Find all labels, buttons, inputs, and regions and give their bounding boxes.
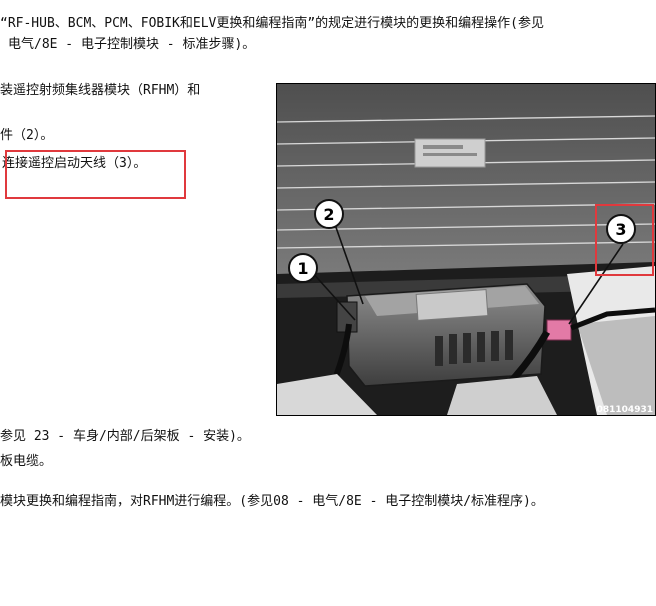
text-line-2: 电气/8E - 电子控制模块 - 标准步骤)。	[8, 37, 256, 52]
text-line-3: 装遥控射频集线器模块（RFHM）和	[0, 83, 201, 98]
callout-label-2: 2	[323, 205, 334, 224]
callout-label-1: 1	[297, 259, 308, 278]
text-line-1: “RF-HUB、BCM、PCM、FOBIK和ELV更换和编程指南”的规定进行模块…	[0, 16, 545, 31]
text-line-6: 参见 23 - 车身/内部/后架板 - 安装)。	[0, 429, 250, 444]
callout-3: 3	[606, 214, 636, 244]
module-photo: 1 2 3 081104931	[276, 83, 656, 416]
callout-2: 2	[314, 199, 344, 229]
highlight-box-text	[5, 150, 186, 199]
callout-label-3: 3	[615, 220, 626, 239]
text-line-4: 件（2）。	[0, 128, 54, 143]
text-line-7: 板电缆。	[0, 454, 53, 469]
figure-id: 081104931	[597, 405, 653, 415]
callout-1: 1	[288, 253, 318, 283]
text-line-8: 模块更换和编程指南，对RFHM进行编程。(参见08 - 电气/8E - 电子控制…	[0, 494, 544, 509]
